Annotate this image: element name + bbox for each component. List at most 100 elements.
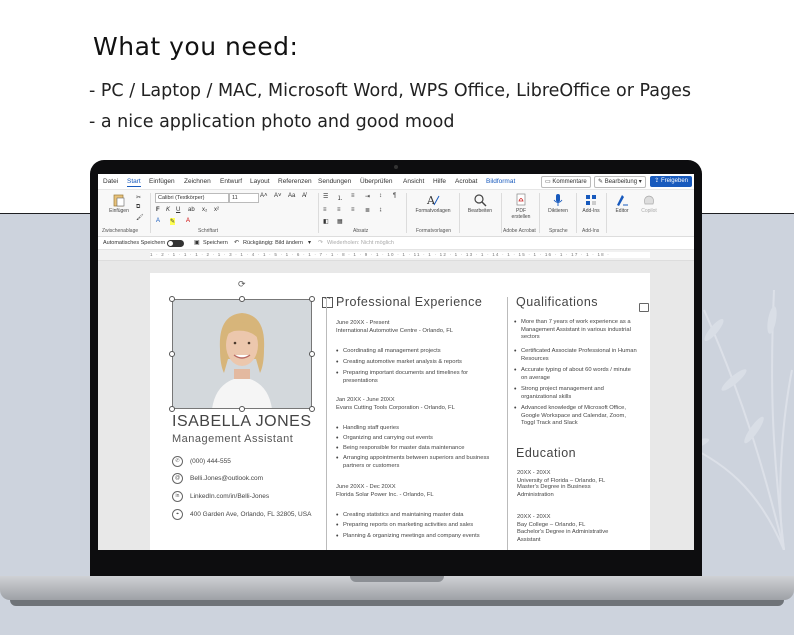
bullets-icon[interactable]: ☰ — [323, 193, 328, 200]
menu-ansicht[interactable]: Ansicht — [403, 178, 424, 185]
ribbon-separator — [318, 193, 319, 233]
superscript-icon[interactable]: x² — [214, 207, 219, 213]
redo-icon[interactable]: ↷ — [318, 239, 323, 246]
save-icon[interactable]: ▣ — [194, 239, 200, 246]
menu-bar: Datei Start Einfügen Zeichnen Entwurf La… — [98, 174, 694, 190]
strikethrough-icon[interactable]: ab — [188, 207, 195, 213]
copilot-button[interactable]: Copilot — [635, 193, 663, 214]
change-case-icon[interactable]: Aa — [288, 193, 295, 199]
horizontal-ruler[interactable]: 1 · 2 · 1 · 1 · 1 · 2 · 1 · 3 · 1 · 4 · … — [98, 250, 694, 261]
comments-button[interactable]: ▭ Kommentare — [541, 176, 591, 188]
edit-label: Bearbeiten — [467, 208, 493, 214]
rotate-handle-icon[interactable]: ⟳ — [238, 279, 246, 290]
comment-icon[interactable] — [639, 303, 649, 312]
multilevel-icon[interactable]: ≡ — [351, 193, 355, 199]
menu-acrobat[interactable]: Acrobat — [455, 178, 477, 185]
menu-start[interactable]: Start — [127, 178, 141, 187]
resize-handle-s[interactable] — [239, 406, 245, 412]
copilot-label: Copilot — [641, 208, 657, 214]
show-marks-icon[interactable]: ¶ — [393, 193, 396, 199]
group-font: Schriftart — [198, 228, 219, 234]
font-size-select[interactable]: 11 — [229, 193, 259, 203]
addins-button[interactable]: Add-Ins — [578, 193, 604, 214]
autosave-toggle[interactable] — [167, 240, 184, 247]
menu-einfuegen[interactable]: Einfügen — [149, 178, 175, 185]
dictate-button[interactable]: Diktieren — [542, 193, 574, 214]
align-left-icon[interactable]: ≡ — [323, 207, 327, 213]
editor-button[interactable]: Editor — [609, 193, 635, 214]
undo-dropdown-icon[interactable]: ▾ — [308, 239, 311, 246]
layout-options-icon[interactable]: ⌒ — [322, 297, 333, 308]
paste-button[interactable]: Einfügen — [104, 193, 134, 214]
text-effects-icon[interactable]: A — [156, 218, 160, 224]
menu-layout[interactable]: Layout — [250, 178, 270, 185]
experience-heading: Professional Experience — [336, 295, 483, 309]
qualification-text: Advanced knowledge of Microsoft Office, … — [521, 405, 626, 427]
group-addins: Add-Ins — [582, 228, 600, 234]
job-bullet-text: Handling staff queries — [343, 425, 399, 431]
education-degree: Master's Degree in Business Administrati… — [517, 484, 591, 498]
italic-icon[interactable]: K — [166, 207, 170, 213]
create-pdf-button[interactable]: PDF erstellen — [506, 193, 536, 220]
menu-sendungen[interactable]: Sendungen — [318, 178, 351, 185]
clear-format-icon[interactable]: A̸ — [302, 193, 306, 199]
resize-handle-ne[interactable] — [309, 296, 315, 302]
menu-zeichnen[interactable]: Zeichnen — [184, 178, 211, 185]
job-company: Florida Solar Power Inc. - Orlando, FL — [336, 492, 434, 498]
subscript-icon[interactable]: x₂ — [202, 207, 207, 213]
shrink-font-icon[interactable]: A˅ — [274, 193, 282, 199]
align-right-icon[interactable]: ≡ — [351, 207, 355, 213]
ruler-scale: 1 · 2 · 1 · 1 · 1 · 2 · 1 · 3 · 1 · 4 · … — [150, 252, 650, 258]
highlight-icon[interactable]: ✎ — [170, 218, 176, 225]
job-bullet: • Organizing and carrying out events — [336, 435, 433, 442]
align-center-icon[interactable]: ≡ — [337, 207, 341, 213]
document-area: ⟳ ⌒ ISABELLA JONES Management Assistant … — [98, 261, 694, 550]
editing-mode-button[interactable]: ✎ Bearbeitung ▾ — [594, 176, 646, 188]
qualification-item: • Accurate typing of about 60 words / min… — [514, 367, 631, 381]
copy-icon[interactable]: ⧉ — [136, 204, 140, 211]
menu-datei[interactable]: Datei — [103, 178, 118, 185]
justify-icon[interactable]: ≣ — [365, 207, 370, 214]
resize-handle-nw[interactable] — [169, 296, 175, 302]
group-voice: Sprache — [549, 228, 568, 234]
bold-icon[interactable]: F — [156, 207, 160, 213]
resize-handle-n[interactable] — [239, 296, 245, 302]
grow-font-icon[interactable]: A˄ — [260, 193, 268, 199]
menu-hilfe[interactable]: Hilfe — [433, 178, 446, 185]
job-dates: June 20XX - Present — [336, 320, 390, 326]
job-dates: June 20XX - Dec 20XX — [336, 484, 396, 490]
shading-icon[interactable]: ◧ — [323, 218, 329, 225]
search-icon — [474, 194, 487, 207]
edit-button[interactable]: Bearbeiten — [462, 193, 498, 214]
undo-label[interactable]: Rückgängig: Bild ändern — [243, 240, 303, 246]
resize-handle-se[interactable] — [309, 406, 315, 412]
borders-icon[interactable]: ▦ — [337, 218, 343, 225]
sort-icon[interactable]: ↕ — [379, 193, 382, 199]
requirement-software: - PC / Laptop / MAC, Microsoft Word, WPS… — [89, 81, 691, 101]
numbering-icon[interactable]: ⒈ — [337, 193, 343, 202]
undo-icon[interactable]: ↶ — [234, 239, 239, 246]
font-name-select[interactable]: Calibri (Textkörper) — [155, 193, 229, 203]
format-painter-icon[interactable]: 🖌 — [136, 214, 144, 221]
menu-bildformat[interactable]: Bildformat — [486, 178, 515, 185]
menu-referenzen[interactable]: Referenzen — [278, 178, 312, 185]
line-spacing-icon[interactable]: ↨ — [379, 207, 382, 213]
indent-icon[interactable]: ⇥ — [365, 193, 370, 200]
menu-ueberpruefen[interactable]: Überprüfen — [360, 178, 393, 185]
share-button[interactable]: ⇪ Freigeben — [650, 176, 692, 187]
job-bullet: • Handling staff queries — [336, 425, 399, 432]
cut-icon[interactable]: ✂ — [136, 194, 141, 201]
job-bullet: • Creating statistics and maintaining mas… — [336, 512, 464, 519]
editing-label: Bearbeitung — [604, 179, 638, 185]
resize-handle-w[interactable] — [169, 351, 175, 357]
resize-handle-e[interactable] — [309, 351, 315, 357]
resize-handle-sw[interactable] — [169, 406, 175, 412]
font-color-icon[interactable]: A — [186, 218, 190, 224]
styles-button[interactable]: A Formatvorlagen — [411, 193, 455, 214]
ribbon-separator — [150, 193, 151, 233]
quick-access-toolbar: Automatisches Speichern ▣ Speichern ↶ Rü… — [98, 237, 694, 250]
underline-icon[interactable]: U — [176, 207, 180, 213]
save-label[interactable]: Speichern — [203, 240, 228, 246]
menu-entwurf[interactable]: Entwurf — [220, 178, 242, 185]
job-bullet-text: Organizing and carrying out events — [343, 435, 433, 441]
